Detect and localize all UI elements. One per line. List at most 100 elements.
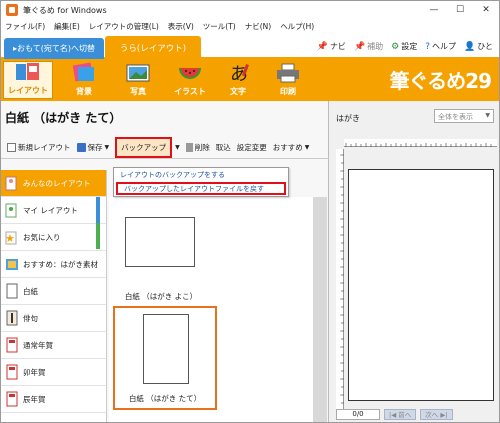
postcard-landscape-preview [125, 217, 195, 267]
pushpin-icon: 📌 [353, 41, 366, 52]
ruler-horizontal [344, 139, 497, 147]
brush-text-icon: あ [224, 62, 252, 85]
ribbon-print-label: 印刷 [280, 87, 296, 96]
layout-thumbnails: 白紙 （はがき よこ） 白紙 （はがき たて） [109, 197, 321, 422]
my-layout-icon [5, 202, 19, 218]
menu-layout-manage[interactable]: レイアウトの管理(L) [89, 21, 159, 32]
printer-icon [274, 62, 302, 84]
navi-link[interactable]: 📌 ナビ [317, 41, 346, 52]
category-label: 白紙 [23, 286, 38, 296]
category-item[interactable]: 辰年賀 [1, 386, 106, 413]
category-item[interactable]: ★ お気に入り [1, 224, 106, 251]
trash-icon [185, 143, 193, 152]
tab-back-layout[interactable]: うら(レイアウト) [105, 36, 201, 59]
new-year-card-icon [5, 337, 19, 353]
category-label: マイ レイアウト [23, 205, 78, 215]
navi-label: ナビ [329, 42, 346, 51]
chevron-down-icon: ▼ [304, 144, 310, 151]
next-page-button[interactable]: 次へ ▶| [420, 408, 453, 420]
category-label: おすすめ：はがき素材 [23, 259, 98, 269]
assist-link[interactable]: 📌 補助 [354, 41, 383, 52]
svg-text:★: ★ [5, 232, 15, 245]
chevron-down-icon: ▼ [104, 144, 110, 151]
backup-layout-item[interactable]: レイアウトのバックアップをする [114, 168, 288, 181]
ribbon-layout-button[interactable]: レイアウト [3, 61, 53, 99]
person-icon: 👤 [464, 41, 476, 52]
menu-tools[interactable]: ツール(T) [203, 21, 236, 32]
postcard-preview[interactable] [348, 169, 494, 401]
menu-edit[interactable]: 編集(E) [54, 21, 80, 32]
new-layout-button[interactable]: 新規レイアウト [7, 142, 71, 153]
menu-file[interactable]: ファイル(F) [5, 21, 45, 32]
ribbon-illust-button[interactable]: イラスト [165, 61, 215, 99]
new-year-card-icon [5, 364, 19, 380]
app-icon [6, 4, 18, 16]
menu-help[interactable]: ヘルプ(H) [280, 21, 314, 32]
ribbon-photo-button[interactable]: 写真 [113, 61, 163, 99]
ribbon-illust-label: イラスト [174, 87, 206, 96]
window-controls: — ☐ ✕ [421, 1, 499, 19]
page-indicator: 0/0 [336, 408, 380, 420]
ribbon-text-label: 文字 [230, 87, 246, 96]
import-button[interactable]: 取込 [216, 142, 231, 153]
save-icon [76, 143, 86, 152]
category-label: 辰年賀 [23, 394, 46, 404]
category-item[interactable]: 白紙 [1, 278, 106, 305]
category-item[interactable]: みんなのレイアウト [1, 170, 106, 197]
new-year-card-icon [5, 391, 19, 407]
mode-tabs: ▸おもて(宛て名)へ切替 うら(レイアウト) 📌 ナビ 📌 補助 ⚙ 設定 ? … [1, 33, 499, 59]
zoom-select-value: 全体を表示 [438, 113, 473, 121]
thumbnail-scrollbar[interactable] [313, 197, 327, 422]
gear-icon: ⚙ [391, 41, 400, 52]
ribbon-layout-label: レイアウト [8, 86, 48, 95]
assist-label: 補助 [367, 42, 384, 51]
help-link[interactable]: ? ヘルプ [425, 41, 456, 52]
zoom-select[interactable]: 全体を表示 ▼ [434, 109, 494, 123]
close-button[interactable]: ✕ [473, 1, 499, 19]
star-icon: ★ [5, 229, 19, 245]
document-title: 白紙 （はがき たて） [5, 111, 122, 125]
category-list: みんなのレイアウト マイ レイアウト ★ お気に入り おすすめ：はがき素材 白紙… [1, 170, 107, 422]
haiku-icon [5, 310, 19, 326]
app-logo: 筆ぐるめ29 [389, 69, 492, 93]
minimize-button[interactable]: — [421, 1, 447, 19]
shared-layout-icon [5, 175, 19, 191]
menu-navi[interactable]: ナビ(N) [245, 21, 271, 32]
layout-thumbnail-selected[interactable]: 白紙 （はがき たて） [113, 306, 217, 410]
help-links: 📌 ナビ 📌 補助 ⚙ 設定 ? ヘルプ 👤 ひと [309, 41, 493, 52]
prev-page-button[interactable]: |◀ 前へ [384, 408, 417, 420]
layout-thumbnail[interactable]: 白紙 （はがき よこ） [113, 203, 209, 303]
category-item[interactable]: 卯年賀 [1, 359, 106, 386]
recommended-button[interactable]: おすすめ ▼ [273, 142, 310, 153]
change-settings-button[interactable]: 設定変更 [237, 142, 267, 153]
delete-button[interactable]: 削除 [185, 142, 210, 153]
tab-front-address[interactable]: ▸おもて(宛て名)へ切替 [4, 38, 104, 59]
settings-link[interactable]: ⚙ 設定 [391, 41, 417, 52]
ribbon-background-label: 背景 [76, 87, 92, 96]
window-title: 筆ぐるめ for Windows [23, 5, 107, 15]
ribbon-text-button[interactable]: あ 文字 [213, 61, 263, 99]
category-item[interactable]: マイ レイアウト [1, 197, 106, 224]
chevron-down-icon[interactable]: ▼ [175, 144, 180, 151]
menu-view[interactable]: 表示(V) [168, 21, 194, 32]
backup-button[interactable]: バックアップ [115, 137, 173, 158]
person-link[interactable]: 👤 ひと [464, 41, 493, 52]
category-label: お気に入り [23, 232, 61, 242]
new-layout-label: 新規レイアウト [18, 143, 71, 152]
pushpin-icon: 📌 [316, 41, 328, 52]
category-item[interactable]: 俳句 [1, 305, 106, 332]
category-item[interactable]: おすすめ：はがき素材 [1, 251, 106, 278]
restore-backup-item[interactable]: バックアップしたレイアウトファイルを戻す [116, 182, 286, 195]
category-tab-indicator [96, 223, 100, 249]
ribbon-background-button[interactable]: 背景 [59, 61, 109, 99]
app-window: 筆ぐるめ for Windows — ☐ ✕ ファイル(F) 編集(E) レイア… [0, 0, 500, 423]
postcard-material-icon [5, 256, 19, 272]
preview-panel: はがき 全体を表示 ▼ 0/0 |◀ 前へ 次へ ▶| [330, 101, 499, 422]
maximize-button[interactable]: ☐ [447, 1, 473, 19]
save-button[interactable]: 保存 ▼ [76, 142, 110, 153]
category-item[interactable]: 通常年賀 [1, 332, 106, 359]
photo-icon [124, 62, 152, 84]
thumbnail-label: 白紙 （はがき よこ） [124, 292, 198, 301]
category-label: 通常年賀 [23, 340, 53, 350]
ribbon-print-button[interactable]: 印刷 [263, 61, 313, 99]
